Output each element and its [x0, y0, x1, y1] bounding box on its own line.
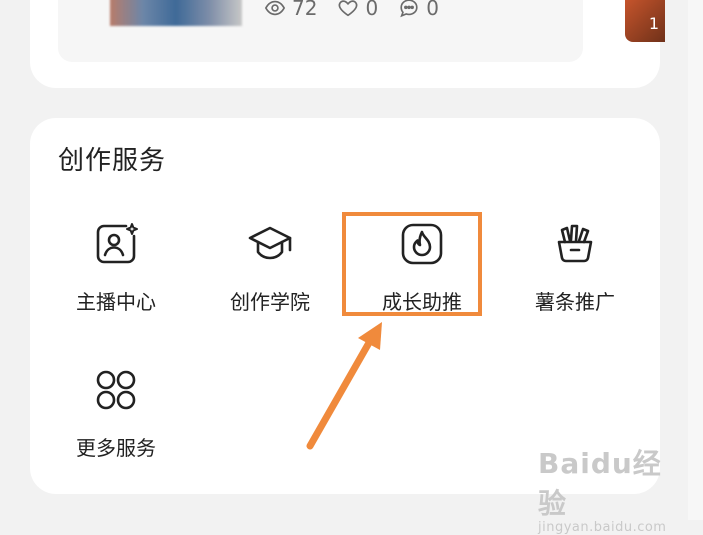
right-edge — [688, 0, 703, 520]
anchor-center-icon — [96, 223, 138, 264]
post-row[interactable]: 72 0 0 — [58, 0, 583, 62]
section-title: 创作服务 — [58, 146, 167, 176]
views-count: 72 — [292, 0, 318, 20]
post-thumbnail[interactable] — [110, 0, 242, 26]
next-post-thumbnail-text: 1 — [648, 14, 659, 33]
service-anchor-center[interactable]: 主播中心 — [56, 220, 176, 330]
baidu-watermark: Baidu经验 jingyan.baidu.com — [538, 442, 688, 535]
service-creation-academy-label: 创作学院 — [230, 290, 310, 314]
watermark-sub: jingyan.baidu.com — [538, 520, 667, 535]
highlight-box — [342, 212, 482, 316]
comment-icon — [400, 0, 418, 18]
next-post-thumbnail[interactable]: 1 — [625, 0, 665, 42]
post-card: 72 0 0 — [30, 0, 660, 88]
comments-count: 0 — [426, 0, 439, 20]
service-anchor-center-label: 主播中心 — [76, 290, 156, 314]
likes-count: 0 — [365, 0, 379, 20]
likes-stat[interactable]: 0 — [337, 0, 378, 20]
post-stats: 72 0 0 — [264, 0, 439, 20]
service-creation-academy[interactable]: 创作学院 — [210, 220, 330, 330]
watermark-main: Baidu经验 — [538, 447, 662, 520]
comments-stat[interactable]: 0 — [398, 0, 439, 20]
fries-icon — [557, 224, 593, 263]
more-grid-icon — [96, 370, 136, 410]
service-fries-promotion-label: 薯条推广 — [535, 290, 615, 314]
graduation-cap-icon — [248, 226, 292, 260]
service-fries-promotion[interactable]: 薯条推广 — [515, 220, 635, 330]
service-more-services-label: 更多服务 — [76, 436, 156, 460]
views-stat: 72 — [264, 0, 317, 20]
heart-icon — [339, 0, 358, 17]
pointer-arrow — [306, 322, 382, 450]
eye-icon — [264, 0, 286, 16]
service-more-services[interactable]: 更多服务 — [56, 366, 176, 476]
